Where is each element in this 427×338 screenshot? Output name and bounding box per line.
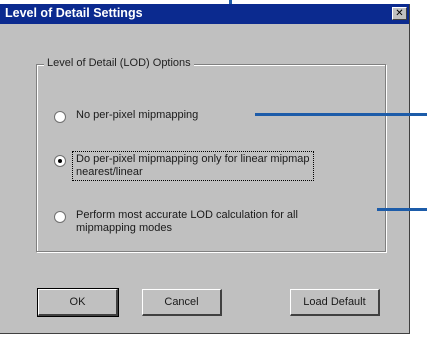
close-icon: ✕ [395,8,404,19]
radio-label-linear-only: Do per-pixel mipmapping only for linear … [72,151,314,181]
radio-button-unchecked[interactable] [54,211,66,223]
cancel-button[interactable]: Cancel [142,289,222,316]
screenshot-stage: Level of Detail Settings ✕ Level of Deta… [0,0,427,338]
radio-label-line2: nearest/linear [76,166,143,178]
radio-label-line1: Do per-pixel mipmapping only for linear … [76,153,310,165]
radio-option-linear-only[interactable]: Do per-pixel mipmapping only for linear … [54,151,314,181]
radio-label-most-accurate: Perform most accurate LOD calculation fo… [76,209,298,235]
radio-button-unchecked[interactable] [54,111,66,123]
radio-option-most-accurate[interactable]: Perform most accurate LOD calculation fo… [54,209,298,235]
callout-line-1 [255,113,427,116]
radio-label-no-per-pixel: No per-pixel mipmapping [76,109,199,121]
window-title: Level of Detail Settings [5,6,143,20]
ok-button[interactable]: OK [37,288,119,317]
radio-button-checked[interactable] [54,155,66,167]
title-bar[interactable]: Level of Detail Settings ✕ [0,4,409,24]
radio-label-line1: Perform most accurate LOD calculation fo… [76,209,298,221]
groupbox-legend: Level of Detail (LOD) Options [44,57,194,69]
callout-line-2 [377,208,427,211]
load-default-button[interactable]: Load Default [290,289,380,316]
radio-label-line2: mipmapping modes [76,222,172,234]
radio-option-no-per-pixel[interactable]: No per-pixel mipmapping [54,109,198,123]
close-button[interactable]: ✕ [392,7,407,20]
